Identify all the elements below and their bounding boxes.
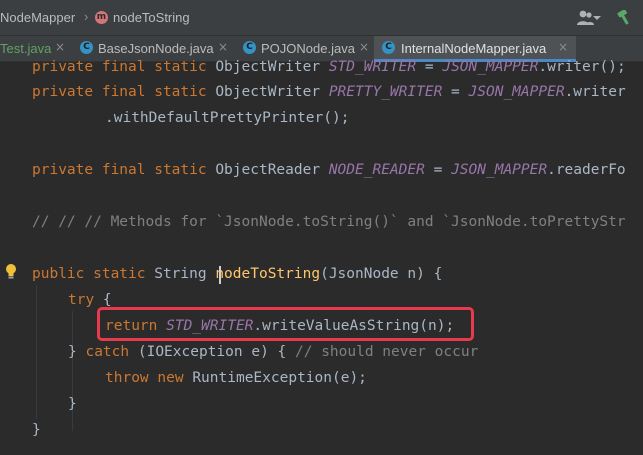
breadcrumb-separator: ›	[84, 9, 89, 24]
tab-label: BaseJsonNode.java	[98, 41, 214, 56]
keyword-token: private final static	[32, 162, 216, 178]
lightbulb-icon[interactable]	[4, 263, 18, 280]
close-icon[interactable]: ×	[558, 40, 568, 54]
field-token: JSON_MAPPER	[451, 162, 548, 178]
code-line: .withDefaultPrettyPrinter();	[105, 107, 349, 129]
tab-label: InternalNodeMapper.java	[401, 41, 547, 56]
keyword-token: catch	[85, 344, 130, 360]
code-line: public static String nodeToString(JsonNo…	[32, 263, 442, 285]
java-class-icon: C	[80, 41, 93, 54]
keyword-token: throw new	[105, 370, 193, 386]
operator-token: =	[442, 84, 469, 100]
indent-guide	[36, 285, 37, 419]
hammer-icon[interactable]	[616, 10, 634, 26]
highlight-box	[97, 307, 474, 341]
comment-token: // // // Methods for `JsonNode.toString(…	[32, 214, 626, 230]
plain-token: }	[68, 396, 77, 412]
plain-token: .withDefaultPrettyPrinter();	[105, 110, 350, 126]
plain-token: }	[32, 422, 41, 438]
field-token: NODE_READER	[328, 162, 425, 178]
code-line: }	[68, 393, 77, 415]
field-token: PRETTY_WRITER	[328, 84, 443, 100]
java-class-icon: C	[243, 41, 256, 54]
plain-token: {	[94, 292, 112, 308]
code-line: }	[32, 419, 41, 441]
code-line: } catch (IOException e) { // should neve…	[68, 341, 478, 363]
code-editor[interactable]: private final static ObjectWriter STD_WR…	[0, 59, 643, 455]
navigation-bar: NodeMapper › m nodeToString	[0, 0, 643, 36]
breadcrumb-method[interactable]: nodeToString	[113, 10, 190, 25]
type-token: ObjectWriter	[215, 59, 329, 75]
comment-token: // should never occur	[295, 344, 479, 360]
java-class-icon: C	[382, 41, 395, 54]
operator-token: =	[416, 59, 443, 75]
plain-token: }	[68, 344, 86, 360]
plain-token: (JsonNode n) {	[320, 266, 443, 282]
close-icon[interactable]: ×	[359, 40, 369, 54]
operator-token: =	[424, 162, 452, 178]
method-name-token: nodeToString	[215, 266, 321, 282]
keyword-token: private final static	[32, 59, 216, 75]
breadcrumb-class[interactable]: NodeMapper	[0, 10, 75, 25]
type-token: String	[154, 266, 216, 282]
plain-token: (IOException e) {	[129, 344, 295, 360]
text-caret	[219, 266, 221, 284]
close-icon[interactable]: ×	[218, 40, 228, 54]
keyword-token: public static	[32, 266, 155, 282]
method-icon: m	[95, 11, 108, 24]
field-token: STD_WRITER	[328, 59, 417, 75]
plain-token: .readerFo	[547, 162, 626, 178]
type-token: ObjectWriter	[215, 84, 329, 100]
field-token: JSON_MAPPER	[468, 84, 565, 100]
field-token: JSON_MAPPER	[442, 59, 539, 75]
tab-label: POJONode.java	[261, 41, 355, 56]
code-line: private final static ObjectWriter PRETTY…	[32, 81, 626, 103]
plain-token: RuntimeException(e);	[192, 370, 367, 386]
keyword-token: try	[68, 292, 95, 308]
code-line: // // // Methods for `JsonNode.toString(…	[32, 211, 626, 233]
code-line: private final static ObjectWriter STD_WR…	[32, 56, 626, 78]
plain-token: .writer	[564, 84, 626, 100]
keyword-token: private final static	[32, 84, 216, 100]
close-icon[interactable]: ×	[55, 40, 65, 54]
plain-token: .writer();	[538, 59, 626, 75]
type-token: ObjectReader	[215, 162, 329, 178]
code-line: throw new RuntimeException(e);	[105, 367, 367, 389]
code-line: private final static ObjectReader NODE_R…	[32, 159, 626, 181]
chevron-down-icon[interactable]	[593, 16, 601, 20]
tab-label: Test.java	[0, 41, 52, 56]
